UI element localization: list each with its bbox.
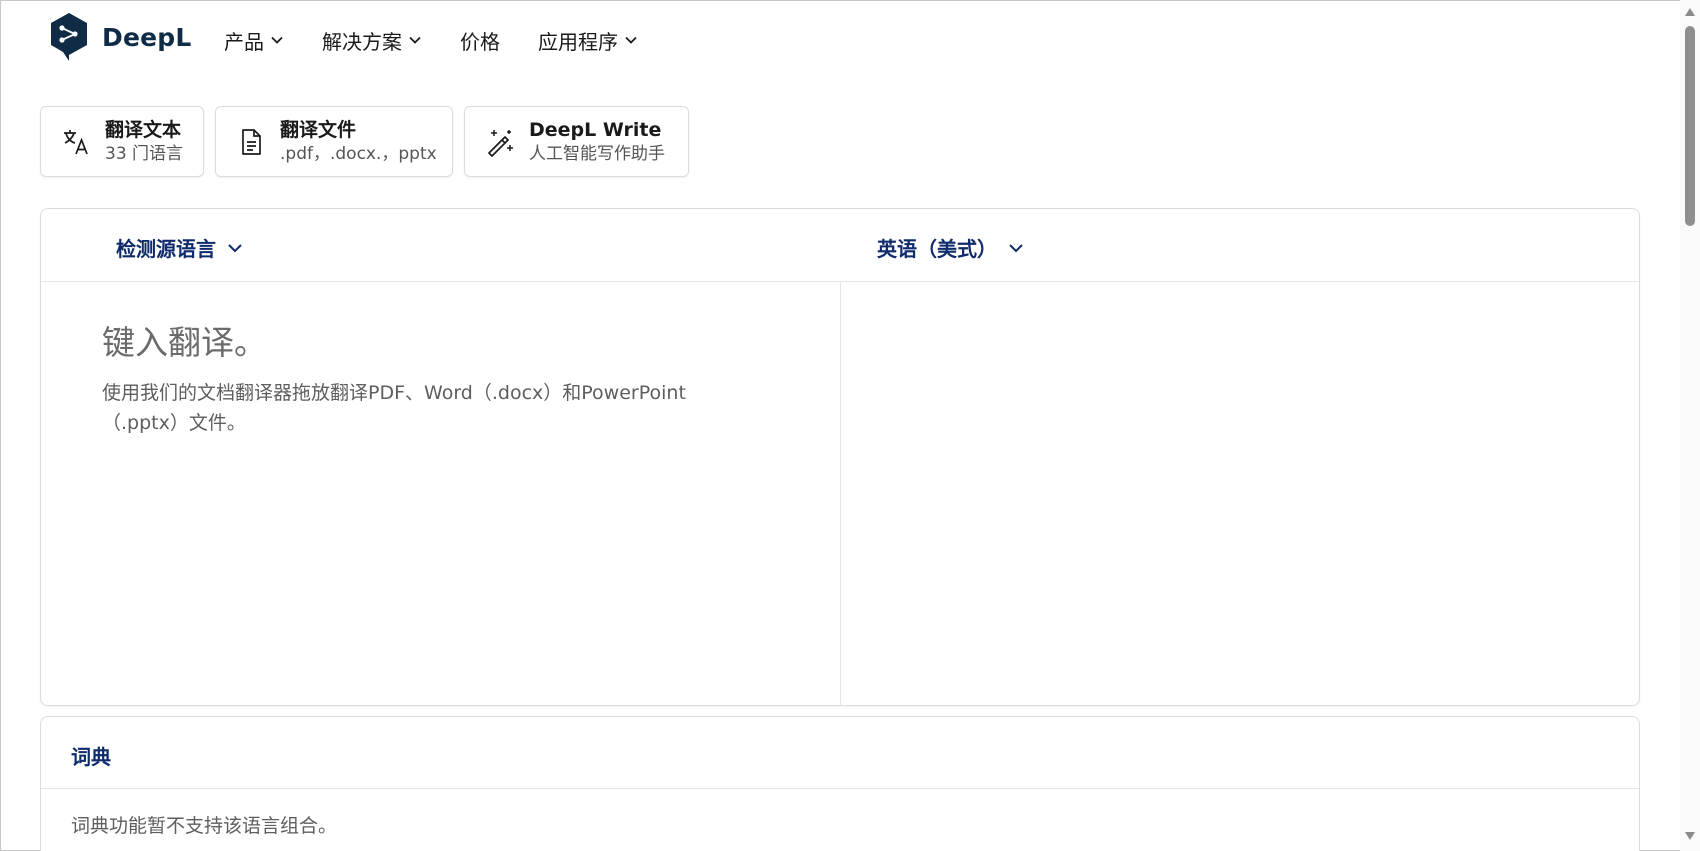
nav-item-products[interactable]: 产品 — [224, 26, 284, 54]
mode-subtitle: .pdf，.docx.，pptx — [280, 143, 437, 164]
top-header: DeepL 产品 解决方案 价格 应用程序 — [0, 0, 1680, 80]
mode-tabs: 翻译文本 33 门语言 翻译文件 .pdf，.docx.，pptx DeepL … — [40, 106, 700, 177]
tab-translate-text[interactable]: 翻译文本 33 门语言 — [40, 106, 204, 177]
scrollbar-thumb[interactable] — [1685, 26, 1695, 226]
chevron-down-icon — [228, 243, 242, 252]
deepl-logo-icon — [51, 13, 87, 61]
document-icon — [242, 128, 261, 155]
scroll-down-arrow-icon[interactable] — [1685, 832, 1695, 840]
translator-panel: 检测源语言 英语（美式） 键入翻译。 使用我们的文档翻译器拖放翻译PDF、Wor… — [40, 208, 1640, 706]
source-language-label: 检测源语言 — [116, 237, 216, 261]
mode-subtitle: 人工智能写作助手 — [529, 143, 665, 164]
nav-item-label: 产品 — [224, 29, 264, 54]
target-language-select[interactable]: 英语（美式） — [877, 233, 1025, 262]
nav-item-pricing[interactable]: 价格 — [460, 26, 500, 54]
chevron-down-icon — [409, 36, 421, 44]
language-bar: 检测源语言 英语（美式） — [41, 209, 1639, 282]
document-hint: 使用我们的文档翻译器拖放翻译PDF、Word（.docx）和PowerPoint… — [102, 382, 686, 434]
mode-title: 翻译文件 — [280, 118, 357, 141]
nav-item-label: 解决方案 — [322, 29, 402, 54]
tab-deepl-write[interactable]: DeepL Write 人工智能写作助手 — [464, 106, 689, 177]
source-placeholder: 键入翻译。 — [102, 323, 267, 362]
target-language-label: 英语（美式） — [877, 237, 997, 261]
magic-wand-icon — [488, 129, 513, 157]
mode-title: DeepL Write — [529, 118, 662, 141]
source-language-select[interactable]: 检测源语言 — [116, 233, 244, 262]
mode-subtitle: 33 门语言 — [105, 143, 184, 164]
nav-item-label: 价格 — [460, 29, 500, 54]
chevron-down-icon — [625, 36, 637, 44]
deepl-logo[interactable]: DeepL — [48, 12, 192, 62]
mode-title: 翻译文本 — [105, 118, 182, 141]
main-nav: 产品 解决方案 价格 应用程序 — [224, 26, 676, 54]
nav-item-solutions[interactable]: 解决方案 — [322, 26, 422, 54]
translation-panes: 键入翻译。 使用我们的文档翻译器拖放翻译PDF、Word（.docx）和Powe… — [41, 282, 1639, 706]
vertical-scrollbar[interactable] — [1680, 0, 1700, 851]
dictionary-message: 词典功能暂不支持该语言组合。 — [71, 815, 338, 837]
source-text-input[interactable]: 键入翻译。 使用我们的文档翻译器拖放翻译PDF、Word（.docx）和Powe… — [41, 282, 841, 706]
target-text-output[interactable] — [841, 282, 1639, 706]
brand-name: DeepL — [102, 22, 192, 52]
dictionary-header: 词典 — [41, 717, 1639, 789]
dictionary-title: 词典 — [71, 745, 111, 769]
scroll-up-arrow-icon[interactable] — [1685, 8, 1695, 16]
chevron-down-icon — [271, 36, 283, 44]
nav-item-label: 应用程序 — [538, 29, 618, 54]
dictionary-panel: 词典 词典功能暂不支持该语言组合。 — [40, 716, 1640, 851]
nav-item-apps[interactable]: 应用程序 — [538, 26, 638, 54]
tab-translate-files[interactable]: 翻译文件 .pdf，.docx.，pptx — [215, 106, 453, 177]
translate-icon — [64, 129, 88, 154]
chevron-down-icon — [1009, 243, 1023, 252]
